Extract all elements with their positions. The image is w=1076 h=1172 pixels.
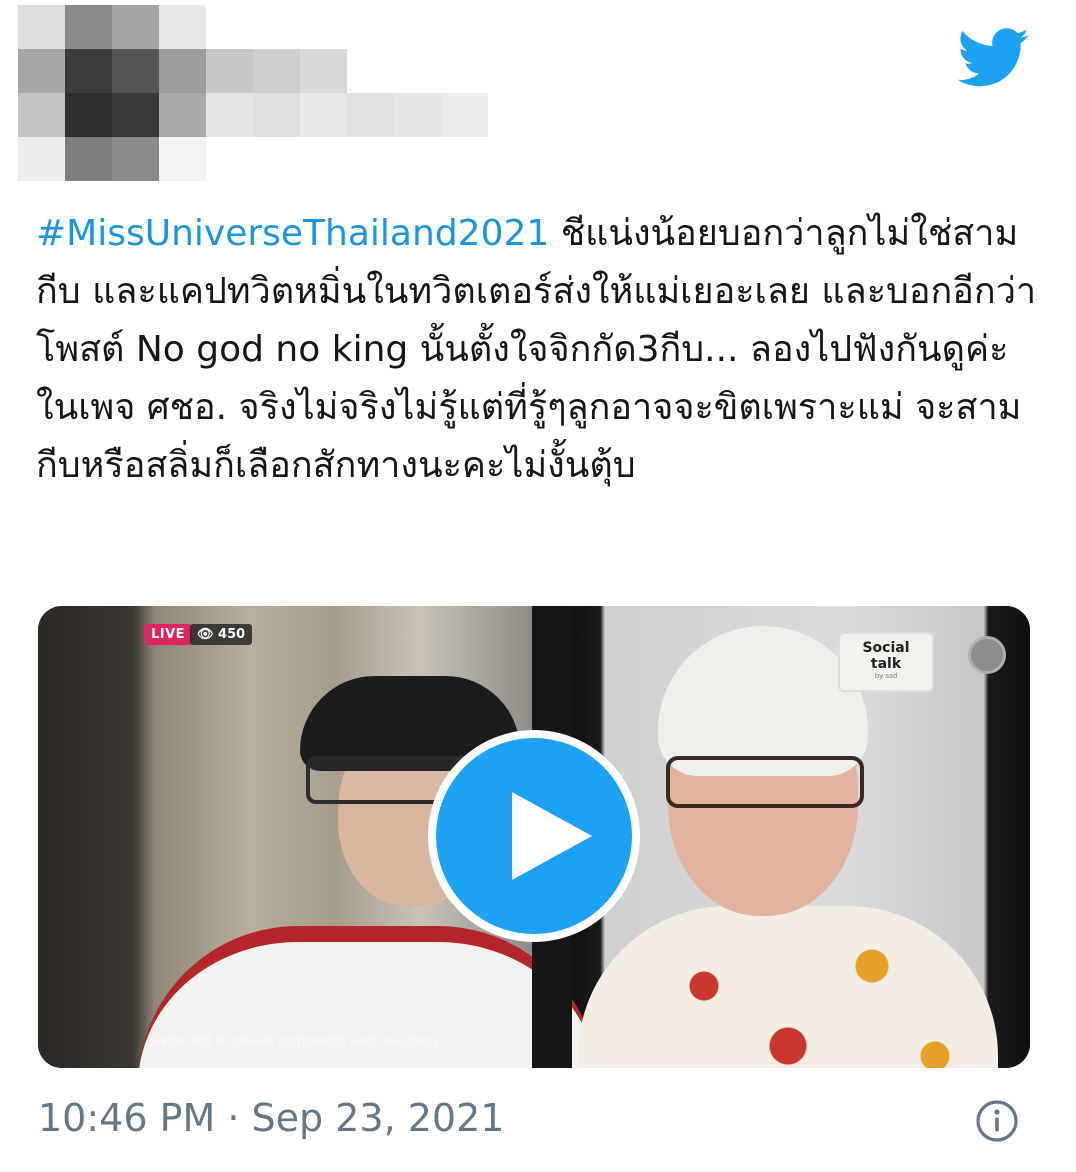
guest-right-glasses	[666, 756, 864, 808]
video-player[interactable]: LIVE 👁 450 Social talk by ssd Swipe left…	[38, 606, 1030, 1068]
redacted-author	[18, 5, 488, 181]
info-icon[interactable]	[975, 1099, 1019, 1143]
hashtag-link[interactable]: #MissUniverseThailand2021	[36, 213, 549, 254]
live-badge: LIVE	[144, 624, 193, 645]
swipe-hint: Swipe left to reveal comments and reacti…	[148, 1034, 439, 1049]
play-icon	[512, 792, 592, 880]
logo-line2: talk	[870, 656, 902, 672]
viewer-count-badge: 👁 450	[190, 624, 253, 645]
logo-sub: by ssd	[874, 672, 898, 680]
tweet-card: #MissUniverseThailand2021 ชีแน่งน้อยบอกว…	[0, 0, 1076, 1172]
tweet-text: #MissUniverseThailand2021 ชีแน่งน้อยบอกว…	[36, 205, 1046, 495]
record-dot-icon	[968, 636, 1006, 674]
play-button[interactable]	[428, 730, 640, 942]
logo-line1: Social	[862, 640, 910, 656]
tweet-timestamp[interactable]: 10:46 PM · Sep 23, 2021	[38, 1096, 504, 1140]
social-talk-logo: Social talk by ssd	[840, 634, 932, 690]
twitter-bird-icon[interactable]	[958, 28, 1030, 88]
